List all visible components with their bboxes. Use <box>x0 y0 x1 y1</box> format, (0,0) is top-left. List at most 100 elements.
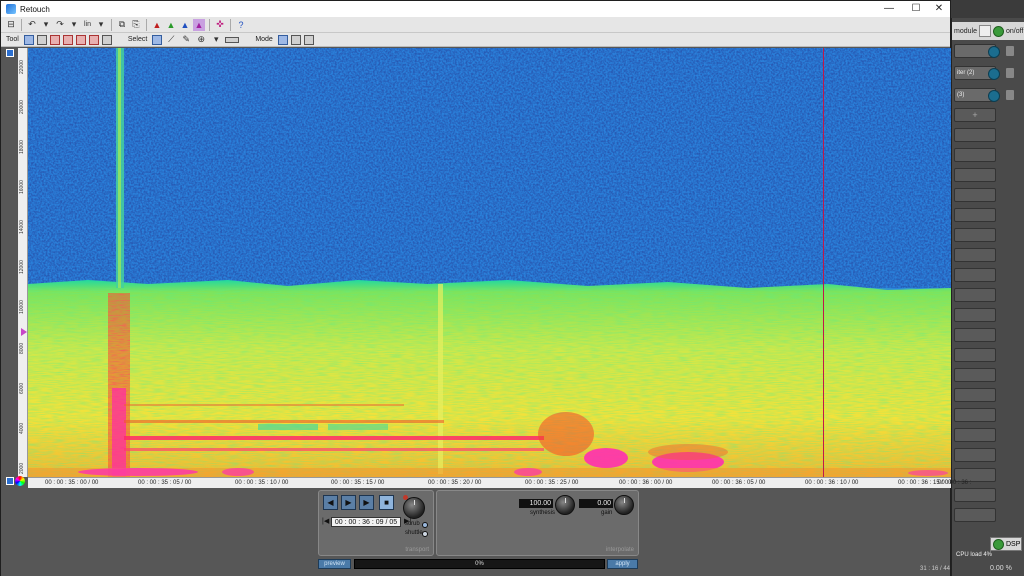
rewind-button[interactable]: ◀ <box>323 495 338 510</box>
triangle-blue-icon[interactable]: ▲ <box>179 19 191 31</box>
view-handle-icon[interactable] <box>6 477 14 485</box>
host-percent: 0.00 % <box>990 565 1012 572</box>
tool-grid-icon[interactable] <box>101 34 112 45</box>
forward-icon: ▶ <box>363 498 370 507</box>
trash-icon[interactable] <box>1006 68 1014 78</box>
host-empty-slot[interactable] <box>954 508 996 522</box>
host-slot-2-knob[interactable] <box>988 68 1000 80</box>
gain-value[interactable]: 0.00 <box>579 499 613 508</box>
dropdown-icon[interactable]: ▾ <box>40 19 52 31</box>
select-slider-icon[interactable] <box>225 36 240 43</box>
triangle-purple-icon[interactable]: ▲ <box>193 18 206 31</box>
play-button[interactable]: ▶ <box>341 495 356 510</box>
select-rect-icon[interactable] <box>152 34 163 45</box>
main-toolbar: ⊟ ↶ ▾ ↷ ▾ lin ▾ ⧉ ⎘ ▲ ▲ ▲ ▲ ✜ ? <box>1 17 950 33</box>
host-empty-slot[interactable] <box>954 268 996 282</box>
mode-subtract-icon[interactable] <box>303 34 314 45</box>
timecode-field[interactable]: 00 : 00 : 36 : 09 / 05 <box>331 517 401 527</box>
host-module-icon[interactable] <box>978 25 991 37</box>
redo-icon[interactable]: ↷ <box>54 19 66 31</box>
time-tick-label: 00 : 00 : 35 : 10 / 00 <box>235 480 289 486</box>
app-icon <box>6 4 16 14</box>
tool-rect-icon[interactable] <box>36 34 47 45</box>
host-empty-slot[interactable] <box>954 348 996 362</box>
time-tick-label: 00 : 00 : 36 : 00 / 00 <box>619 480 673 486</box>
trash-icon[interactable] <box>1006 46 1014 56</box>
dropdown-icon[interactable]: ▾ <box>95 19 107 31</box>
divider <box>230 18 232 31</box>
maximize-button[interactable]: ☐ <box>904 1 928 17</box>
scrub-radio[interactable] <box>422 522 428 528</box>
copy-icon[interactable]: ⧉ <box>116 19 128 31</box>
host-empty-slot[interactable] <box>954 228 996 242</box>
help-icon[interactable]: ? <box>235 19 247 31</box>
host-empty-slot[interactable] <box>954 488 996 502</box>
minimize-button[interactable]: — <box>877 1 901 17</box>
host-empty-slot[interactable] <box>954 288 996 302</box>
time-tick-label: 00 : 00 : 36 : <box>938 480 972 486</box>
mode-add-icon[interactable] <box>290 34 301 45</box>
dsp-button[interactable]: DSP <box>990 537 1022 551</box>
paste-icon[interactable]: ⎘ <box>130 19 142 31</box>
host-empty-slot[interactable] <box>954 148 996 162</box>
host-empty-slot[interactable] <box>954 428 996 442</box>
gain-knob[interactable] <box>614 495 634 515</box>
frequency-tick-label: 18000 <box>19 140 25 154</box>
apply-button[interactable]: apply <box>607 559 638 569</box>
host-empty-slot[interactable] <box>954 328 996 342</box>
host-empty-slot[interactable] <box>954 408 996 422</box>
host-empty-slot[interactable] <box>954 448 996 462</box>
synthesis-knob[interactable] <box>555 495 575 515</box>
mode-replace-icon[interactable] <box>277 34 288 45</box>
view-handle-icon[interactable] <box>6 49 14 57</box>
tool-select-icon[interactable] <box>23 34 34 45</box>
magnifier-icon[interactable]: ⊕ <box>195 34 207 46</box>
tool-red-icon[interactable] <box>49 34 60 45</box>
close-button[interactable]: ✕ <box>927 1 951 17</box>
undo-icon[interactable]: ↶ <box>26 19 38 31</box>
host-empty-slot[interactable] <box>954 388 996 402</box>
time-tick-label: 00 : 00 : 36 : 10 / 00 <box>805 480 859 486</box>
host-empty-slot[interactable] <box>954 168 996 182</box>
triangle-green-icon[interactable]: ▲ <box>165 19 177 31</box>
host-empty-slot[interactable] <box>954 308 996 322</box>
prev-marker-icon[interactable]: |◀ <box>322 517 329 525</box>
host-empty-slot[interactable] <box>954 248 996 262</box>
play-icon: ▶ <box>345 498 352 507</box>
dropdown-icon[interactable]: ▾ <box>210 34 222 46</box>
trash-icon[interactable] <box>1006 90 1014 100</box>
frequency-tick-label: 6000 <box>19 382 25 394</box>
time-tick-label: 00 : 00 : 35 : 15 / 00 <box>331 480 385 486</box>
divider <box>146 18 148 31</box>
frequency-marker-icon[interactable] <box>21 328 27 336</box>
select-label: Select <box>127 36 148 43</box>
color-map-icon[interactable] <box>15 476 25 486</box>
host-empty-slot[interactable] <box>954 368 996 382</box>
host-empty-slot[interactable] <box>954 128 996 142</box>
host-slot-3-knob[interactable] <box>988 90 1000 102</box>
scale-mode[interactable]: lin <box>82 21 93 28</box>
host-empty-slot[interactable] <box>954 188 996 202</box>
title-bar[interactable]: Retouch — ☐ ✕ <box>1 1 950 17</box>
synthesis-value[interactable]: 100.00 <box>519 499 553 508</box>
tool-red-icon[interactable] <box>62 34 73 45</box>
host-add-slot[interactable]: + <box>954 108 996 122</box>
shuttle-radio[interactable] <box>422 531 428 537</box>
forward-button[interactable]: ▶ <box>359 495 374 510</box>
tool-red-icon[interactable] <box>88 34 99 45</box>
host-empty-slot[interactable] <box>954 208 996 222</box>
crosshair-icon[interactable]: ✜ <box>214 19 226 31</box>
save-icon[interactable]: ⊟ <box>5 19 17 31</box>
spectrogram[interactable] <box>28 48 951 477</box>
select-brush-icon[interactable]: ✎ <box>180 34 192 46</box>
spectrogram-image <box>28 48 951 477</box>
preview-button[interactable]: preview <box>318 559 351 569</box>
select-lasso-icon[interactable]: ⟋ <box>165 34 177 46</box>
host-power-icon[interactable] <box>992 25 1004 37</box>
host-slot-1-knob[interactable] <box>988 46 1000 58</box>
dropdown-icon[interactable]: ▾ <box>68 19 80 31</box>
tool-red-icon[interactable] <box>75 34 86 45</box>
scrub-knob[interactable] <box>403 497 425 519</box>
triangle-red-icon[interactable]: ▲ <box>151 19 163 31</box>
stop-button[interactable]: ■ <box>379 495 394 510</box>
